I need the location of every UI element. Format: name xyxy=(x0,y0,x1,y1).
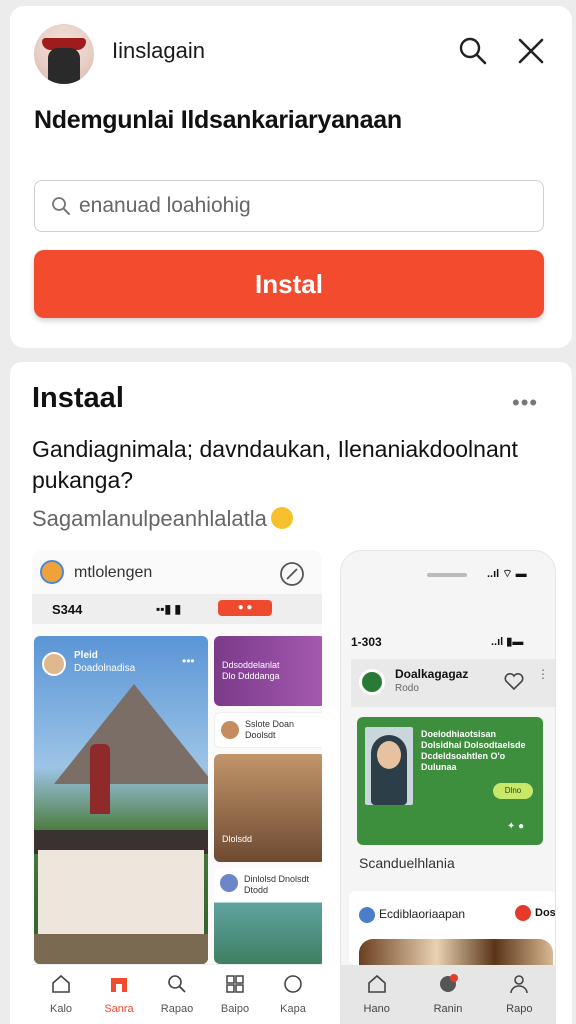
card-logo xyxy=(359,907,375,923)
hero-post[interactable]: Pleid Doadolnadisa ••• xyxy=(34,636,208,964)
building xyxy=(38,850,204,934)
app-avatar[interactable] xyxy=(34,24,94,84)
phone2-header: Doalkagagaz Rodo ⋮ xyxy=(351,659,555,707)
phone1-header: mtlolengen xyxy=(32,550,322,594)
app-header-card: Iinslagain Ndemgunlai Ildsankariaryanaan… xyxy=(10,6,572,348)
search-button[interactable] xyxy=(456,34,490,68)
nav-label: Rapao xyxy=(160,1003,194,1015)
account-avatar xyxy=(40,560,64,584)
tile-avatar xyxy=(220,874,238,892)
page-headline: Ndemgunlai Ildsankariaryanaan xyxy=(34,106,402,134)
feed-tile[interactable]: Sslote Doan Doolsdt xyxy=(214,712,322,748)
close-button[interactable] xyxy=(514,34,548,68)
subtitle-text: Sagamlanulpeanhlalatla xyxy=(32,506,267,531)
mountain-shape xyxy=(54,684,208,784)
section-title: Instaal xyxy=(32,382,124,414)
more-icon[interactable]: ⋮ xyxy=(537,667,549,681)
phone2-bottom-nav: Hano Ranin Rapo xyxy=(341,965,555,1023)
post-subtitle: Doadolnadisa xyxy=(74,663,136,674)
header-title: Doalkagagaz xyxy=(395,667,469,681)
nav-label: Baipo xyxy=(220,1003,250,1015)
header-subtitle: Rodo xyxy=(395,683,419,694)
heart-icon[interactable] xyxy=(503,671,525,693)
nav-label: Rapo xyxy=(506,1003,533,1015)
tile-text: Ddsoddelanlat Dlo Ddddanga xyxy=(222,660,280,681)
ground xyxy=(34,934,208,964)
card-image xyxy=(359,939,553,965)
nav-item-profile[interactable]: Rapo xyxy=(484,965,555,1023)
nav-label: Hano xyxy=(363,1003,390,1015)
search-icon xyxy=(459,37,487,65)
profile-photo xyxy=(365,727,413,805)
feed-tile[interactable]: Dinlolsd Dnolsdt Dtodd xyxy=(214,868,322,964)
card-icons: ✦ ● xyxy=(507,821,525,832)
notch-bar xyxy=(427,573,467,577)
card-title: Ecdiblaoriaapan xyxy=(379,907,466,921)
card-tag: Dos xyxy=(535,907,556,919)
nav-item-search[interactable]: Rapao xyxy=(148,965,206,1024)
search-field[interactable] xyxy=(34,180,544,232)
nav-item-home[interactable]: Hano xyxy=(341,965,412,1023)
more-options-button[interactable]: ••• xyxy=(512,390,538,416)
signal-icon: ..ıl ⌔ ▬ xyxy=(487,568,527,580)
section-description: Gandiagnimala; davndaukan, Ilenaniakdool… xyxy=(32,436,518,493)
home-icon xyxy=(52,974,70,993)
search-input[interactable] xyxy=(79,191,519,221)
promo-card[interactable]: Doelodhiaotsisan Dolsidhai Dolsodtaelsde… xyxy=(357,717,543,845)
nav-item-home[interactable]: Kalo xyxy=(32,965,90,1024)
nav-item-shop[interactable]: Sanra xyxy=(90,965,148,1024)
section-subtitle: Sagamlanulpeanhlalatla xyxy=(32,506,293,532)
notification-icon xyxy=(439,973,459,992)
tile-text: Dinlolsd Dnolsdt Dtodd xyxy=(244,874,310,895)
brand-logo xyxy=(359,669,385,695)
feed-tile[interactable]: Dlolsdd xyxy=(214,754,322,862)
feed-tile[interactable]: Ddsoddelanlat Dlo Ddddanga xyxy=(214,636,322,706)
like-icon[interactable] xyxy=(515,905,531,921)
nav-label: Sanra xyxy=(104,1003,134,1015)
screenshot-phone-1[interactable]: mtlolengen S344 ▪▪▮ ▮ ● ● Pleid Doadolna… xyxy=(32,550,322,1024)
profile-icon xyxy=(510,975,529,994)
app-name: Iinslagain xyxy=(112,38,205,63)
post-avatar xyxy=(42,652,66,676)
close-icon xyxy=(518,38,544,64)
nav-label: Ranin xyxy=(433,1003,463,1015)
nav-label: Kalo xyxy=(49,1003,73,1015)
phone1-time: S344 xyxy=(52,602,83,617)
nav-item-notifications[interactable]: Ranin xyxy=(412,965,483,1023)
tile-text: Sslote Doan Doolsdt xyxy=(245,719,295,740)
listing-section: Instaal ••• Gandiagnimala; davndaukan, I… xyxy=(10,362,572,1024)
phone1-bottom-nav: Kalo Sanra Rapao Baipo Kapa xyxy=(32,964,322,1024)
post-title: Pleid xyxy=(74,650,98,661)
account-name: mtlolengen xyxy=(74,564,153,581)
smile-emoji-icon xyxy=(270,507,293,529)
nav-item-grid[interactable]: Baipo xyxy=(206,965,264,1024)
shop-icon xyxy=(111,978,127,992)
screenshot-phone-2[interactable]: ..ıl ⌔ ▬ 1-303 ..ıl ▮▬ Doalkagagaz Rodo … xyxy=(340,550,556,1024)
nav-label: Kapa xyxy=(280,1003,306,1015)
grid-icon xyxy=(226,975,244,993)
phone2-time: 1-303 xyxy=(351,635,382,649)
search-icon xyxy=(168,975,186,993)
feed-card[interactable]: Ecdiblaoriaapan Dos xyxy=(349,891,556,965)
person-figure xyxy=(90,744,110,814)
signal-icon: ▪▪▮ ▮ xyxy=(156,602,182,616)
nav-item-chat[interactable]: Kapa xyxy=(264,965,322,1024)
signal-icon: ..ıl ▮▬ xyxy=(491,636,524,648)
card-text: Doelodhiaotsisan Dolsidhai Dolsodtaelsde… xyxy=(421,729,526,772)
photo-face xyxy=(377,741,401,769)
home-icon xyxy=(367,974,386,993)
tile-avatar xyxy=(221,721,239,739)
card-button[interactable]: Dlno xyxy=(493,783,533,799)
status-badge: ● ● xyxy=(218,600,272,616)
install-button[interactable]: Instal xyxy=(34,250,544,318)
tile-text: Dlolsdd xyxy=(222,834,253,844)
post-more-icon[interactable]: ••• xyxy=(182,654,195,668)
avatar-figure xyxy=(48,48,80,84)
search-icon xyxy=(52,197,70,215)
edit-icon xyxy=(280,562,304,586)
chat-icon xyxy=(284,975,302,993)
card-caption: Scanduelhlania xyxy=(359,855,455,871)
